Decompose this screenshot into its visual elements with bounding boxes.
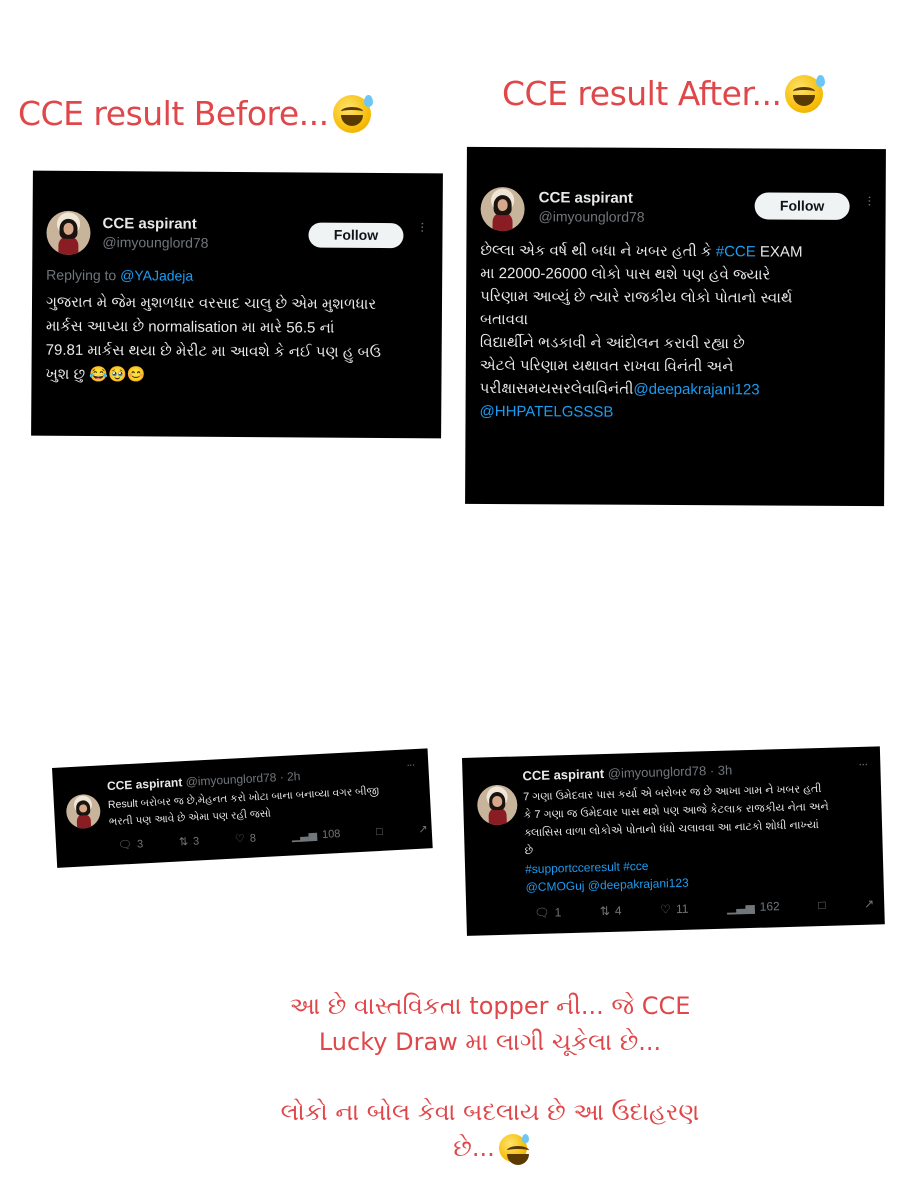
like-action[interactable]: ♡ 8	[234, 831, 257, 846]
views-icon: ▁▃▅	[726, 899, 755, 915]
reply-header: CCE aspirant @imyounglord78 · 3h	[522, 762, 732, 783]
hashtag-cce[interactable]: #CCE	[716, 243, 756, 260]
views-icon: ▁▃▅	[291, 829, 318, 843]
views-count: 162	[759, 899, 780, 914]
follow-button[interactable]: Follow	[754, 192, 850, 220]
caption-line-4: છે...	[200, 1130, 780, 1166]
heading-before: CCE result Before...	[18, 94, 373, 134]
reply-action[interactable]: 🗨 3	[117, 837, 144, 852]
author-name[interactable]: CCE aspirant	[522, 766, 604, 783]
reply-card-left: CCE aspirant @imyounglord78 · 2h ··· Res…	[52, 748, 433, 868]
bookmark-icon: □	[818, 897, 826, 913]
more-icon[interactable]: ···	[406, 759, 415, 771]
heading-before-text: CCE result Before...	[18, 94, 329, 133]
views-action[interactable]: ▁▃▅ 108	[291, 827, 340, 843]
bookmark-icon: □	[375, 825, 384, 838]
tweet-text: ગુજરાત મે જેમ મુશળધાર વરસાદ ચાલુ છે એમ મ…	[45, 293, 382, 384]
author-handle[interactable]: @imyounglord78	[102, 234, 208, 251]
bookmark-action[interactable]: □	[376, 825, 383, 837]
reply-count: 3	[136, 837, 144, 851]
avatar[interactable]	[476, 784, 518, 826]
caption-line-4-text: છે...	[453, 1134, 495, 1162]
follow-button[interactable]: Follow	[308, 222, 404, 249]
avatar[interactable]	[65, 793, 102, 830]
repost-count: 3	[192, 834, 200, 848]
like-count: 8	[249, 831, 257, 845]
tweet-text: 7 ગણા ઉમેદવાર પાસ કર્યા એ બરોબર જ છે આખા…	[522, 782, 829, 858]
repost-icon: ⇅	[599, 903, 611, 919]
repost-action[interactable]: ⇅ 4	[600, 904, 622, 919]
caption-line-2: Lucky Draw મા લાગી ચૂકેલા છે...	[318, 1028, 662, 1056]
grinning-sweat-emoji-icon	[332, 95, 373, 133]
repost-icon: ⇅	[178, 835, 189, 849]
tweet-card-before: CCE aspirant @imyounglord78 Follow ··· R…	[31, 170, 443, 439]
post-time[interactable]: · 2h	[279, 769, 300, 784]
mention-deepakrajani[interactable]: @deepakrajani123	[633, 381, 759, 399]
share-action[interactable]: ↗	[864, 897, 874, 911]
author-name[interactable]: CCE aspirant	[539, 189, 633, 206]
author-handle[interactable]: @imyounglord78	[539, 208, 645, 225]
like-count: 11	[675, 901, 689, 917]
bottom-caption: આ છે વાસ્તવિકતા topper ની... જે CCE Luck…	[200, 988, 780, 1166]
tweet-card-after: CCE aspirant @imyounglord78 Follow ··· છ…	[465, 146, 886, 507]
author-name[interactable]: CCE aspirant	[107, 775, 183, 793]
grinning-sweat-emoji-icon	[498, 1134, 529, 1165]
replying-prefix: Replying to	[46, 266, 121, 284]
views-action[interactable]: ▁▃▅ 162	[727, 899, 780, 914]
reply-icon: 🗨	[534, 905, 550, 921]
heading-after-text: CCE result After...	[502, 74, 782, 113]
author-handle[interactable]: @imyounglord78	[185, 770, 277, 789]
more-icon[interactable]: ···	[416, 221, 432, 232]
caption-line-1: આ છે વાસ્તવિકતા topper ની... જે CCE	[289, 992, 691, 1020]
caption-line-3: લોકો ના બોલ કેવા બદલાય છે આ ઉદાહરણ	[280, 1098, 700, 1126]
repost-count: 4	[614, 903, 622, 918]
avatar[interactable]	[480, 186, 525, 232]
author-name[interactable]: CCE aspirant	[103, 215, 197, 233]
more-icon[interactable]: ···	[863, 195, 879, 206]
reply-card-right: CCE aspirant @imyounglord78 · 3h ··· 7 ગ…	[462, 746, 885, 936]
author-handle[interactable]: @imyounglord78	[608, 763, 707, 781]
reply-icon: 🗨	[117, 838, 133, 852]
mention-hhpatel[interactable]: @HHPATELGSSSB	[480, 403, 614, 421]
more-icon[interactable]: ···	[858, 757, 867, 771]
tweet-text-part2: EXAM મા 22000-26000 લોકો પાસ થશે પણ હવે …	[479, 243, 803, 398]
like-icon: ♡	[234, 833, 246, 846]
bookmark-action[interactable]: □	[818, 898, 826, 912]
tweet-text-part1: છેલ્લા એક વર્ષ થી બધા ને ખબર હતી કે	[480, 241, 716, 261]
reply-count: 1	[554, 905, 562, 920]
replying-to-link[interactable]: @YAJadeja	[120, 267, 193, 284]
share-icon: ↗	[863, 896, 875, 911]
tweet-text: છેલ્લા એક વર્ષ થી બધા ને ખબર હતી કે #CCE…	[479, 239, 880, 425]
views-count: 108	[321, 827, 341, 841]
like-icon: ♡	[660, 902, 672, 917]
like-action[interactable]: ♡ 11	[660, 902, 689, 917]
grinning-sweat-emoji-icon	[785, 75, 826, 113]
repost-action[interactable]: ⇅ 3	[178, 834, 200, 849]
share-icon: ↗	[418, 823, 429, 836]
heading-after: CCE result After...	[502, 74, 826, 114]
action-bar: 🗨 1 ⇅ 4 ♡ 11 ▁▃▅ 162 □ ↗	[534, 897, 874, 920]
avatar[interactable]	[46, 210, 91, 255]
post-time[interactable]: · 3h	[710, 762, 733, 778]
mentions[interactable]: @CMOGuj @deepakrajani123	[525, 874, 689, 897]
reply-action[interactable]: 🗨 1	[534, 905, 561, 920]
share-action[interactable]: ↗	[418, 822, 428, 835]
replying-to: Replying to @YAJadeja	[46, 267, 193, 284]
